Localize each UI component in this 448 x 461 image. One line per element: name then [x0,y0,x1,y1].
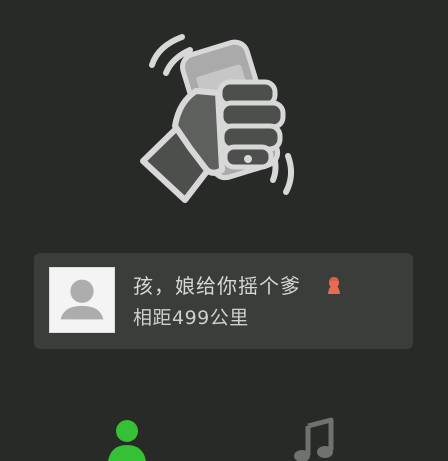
bottom-tab-bar [0,406,448,461]
music-note-icon[interactable] [292,416,338,461]
person-icon[interactable] [104,418,150,461]
shake-phone-icon[interactable] [128,30,318,205]
distance-text: 相距499公里 [133,307,249,329]
user-name: 孩，娘给你摇个爹 [133,274,301,298]
default-avatar-icon[interactable] [49,267,115,333]
shake-screen: 孩，娘给你摇个爹 相距499公里 [0,0,448,461]
female-icon [325,276,343,298]
shake-result-card[interactable]: 孩，娘给你摇个爹 相距499公里 [34,253,413,349]
